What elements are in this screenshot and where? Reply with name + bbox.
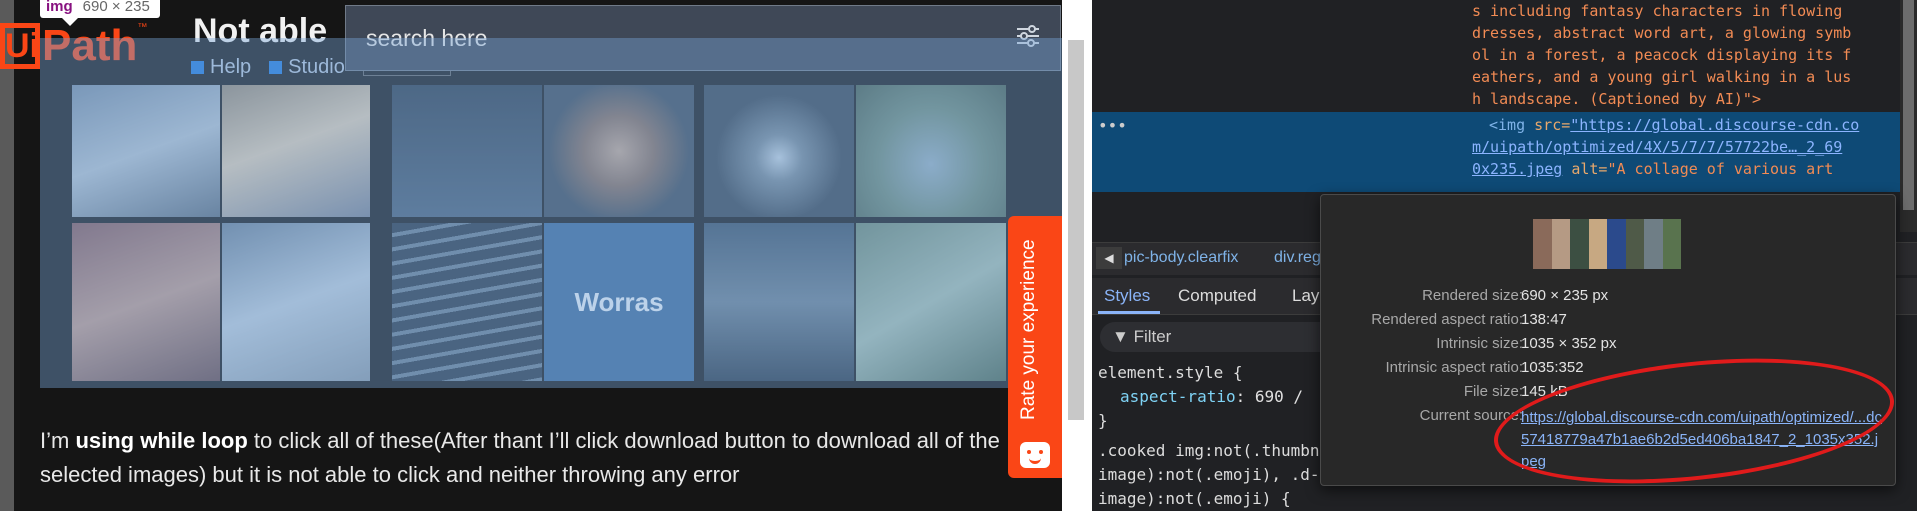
collage-image-fantasy-woman-1[interactable] <box>72 85 220 217</box>
active-tab-underline <box>1098 311 1160 314</box>
alt-text-line: h landscape. (Captioned by AI)"> <box>1472 90 1761 108</box>
css-close-brace: } <box>1098 411 1108 430</box>
info-value: 690 × 235 px <box>1521 287 1609 304</box>
src-value-3[interactable]: 0x235.jpeg <box>1472 160 1562 178</box>
element-size-tooltip: img 690 × 235 <box>40 0 160 26</box>
category-studio[interactable]: Studio <box>269 56 345 79</box>
post-text-prefix: I’m <box>40 428 76 453</box>
smiley-icon <box>1020 442 1050 468</box>
left-edge-stripe <box>0 0 14 511</box>
node-actions-dots[interactable]: ••• <box>1098 116 1127 135</box>
rate-experience-label: Rate your experience <box>1018 239 1039 420</box>
elements-scrollbar[interactable] <box>1900 0 1917 232</box>
alt-value: "A collage of various art <box>1607 160 1834 178</box>
collage-image-peacock[interactable] <box>856 85 1006 217</box>
collage-image-word-sphere[interactable] <box>544 85 694 217</box>
tooltip-arrow <box>62 18 78 26</box>
element-dimensions: 690 × 235 <box>82 0 150 15</box>
info-value: 138:47 <box>1521 311 1567 328</box>
css-rule-selector: image):not(.emoji) { <box>1098 489 1291 508</box>
page-scrollbar-thumb[interactable] <box>1068 40 1084 420</box>
search-input[interactable]: search here <box>366 25 487 52</box>
css-property: aspect-ratio <box>1120 387 1236 406</box>
collage-word: Worras <box>574 286 664 317</box>
category-label: Help <box>210 56 252 78</box>
info-key: Intrinsic aspect ratio: <box>1385 359 1523 376</box>
info-key: Intrinsic size: <box>1436 335 1523 352</box>
image-thumbnail <box>1533 219 1681 269</box>
elements-tree: s including fantasy characters in flowin… <box>1092 0 1917 112</box>
img-node-line-3[interactable]: 0x235.jpeg alt="A collage of various art <box>1472 158 1833 180</box>
logo-trademark: ™ <box>137 22 148 33</box>
filter-label: Filter <box>1133 327 1172 346</box>
css-value: : 690 / <box>1235 387 1304 406</box>
logo-wordmark: Path <box>42 21 138 70</box>
category-color-swatch <box>191 61 204 75</box>
collage-image-girl-portrait[interactable] <box>704 223 854 381</box>
alt-text-line: eathers, and a young girl walking in a l… <box>1472 68 1852 86</box>
breadcrumb-item[interactable]: div.reg <box>1274 249 1321 267</box>
css-declaration[interactable]: aspect-ratio: 690 / <box>1120 386 1303 408</box>
img-node-line-2[interactable]: m/uipath/optimized/4X/5/7/7/57722be…_2_6… <box>1472 136 1842 158</box>
post-body: I’m using while loop to click all of the… <box>40 424 1000 492</box>
alt-attr: alt= <box>1562 160 1608 178</box>
forum-page: Ui Path ™ Not able Help Studio SHCOMMON … <box>0 0 1062 511</box>
src-value-1[interactable]: "https://global.discourse-cdn.co <box>1570 116 1859 134</box>
collage-image-girl-walking[interactable] <box>856 223 1006 381</box>
page-scrollbar[interactable] <box>1062 0 1092 511</box>
img-node-line-1[interactable]: <img src="https://global.discourse-cdn.c… <box>1489 114 1859 136</box>
tab-layout[interactable]: Lay <box>1292 286 1319 306</box>
uipath-logo[interactable]: Ui Path ™ <box>0 18 172 74</box>
image-collage[interactable]: Worras <box>62 85 1037 385</box>
collage-image-fantasy-woman-2[interactable] <box>222 85 370 217</box>
elements-scrollbar-thumb[interactable] <box>1903 0 1914 210</box>
logo-ui-mark: Ui <box>0 23 40 69</box>
alt-text-line: s including fantasy characters in flowin… <box>1472 2 1843 20</box>
css-rule-selector: .cooked img:not(.thumbn <box>1098 441 1320 460</box>
category-color-swatch <box>269 61 283 75</box>
tab-styles[interactable]: Styles <box>1104 286 1150 306</box>
topic-title: Not able <box>193 12 328 50</box>
breadcrumb-scroll-left-icon[interactable]: ◀ <box>1096 247 1122 269</box>
info-value: 1035:352 <box>1521 359 1584 376</box>
info-key: Rendered aspect ratio: <box>1371 311 1523 328</box>
alt-text-line: ol in a forest, a peacock displaying its… <box>1472 46 1852 64</box>
src-value-2[interactable]: m/uipath/optimized/4X/5/7/7/57722be…_2_6… <box>1472 138 1842 156</box>
css-rule-selector: image):not(.emoji), .d- <box>1098 465 1320 484</box>
category-label: Studio <box>288 56 345 78</box>
info-value: 1035 × 352 px <box>1521 335 1617 352</box>
collage-image-worras[interactable]: Worras <box>544 223 694 381</box>
info-key: Rendered size: <box>1422 287 1523 304</box>
category-help[interactable]: Help <box>191 56 251 79</box>
collage-image-word-art[interactable] <box>392 223 542 381</box>
css-selector: element.style { <box>1098 363 1243 382</box>
search-bar[interactable]: search here <box>345 5 1061 71</box>
alt-text-line: dresses, abstract word art, a glowing sy… <box>1472 24 1852 42</box>
info-key: File size: <box>1463 383 1523 400</box>
rate-experience-tab[interactable]: Rate your experience <box>1008 216 1062 478</box>
post-text-bold: using while loop <box>75 428 248 453</box>
img-tag-open: <img <box>1489 116 1535 134</box>
element-tag-name: img <box>46 0 73 15</box>
collage-image-white-dress[interactable] <box>222 223 370 381</box>
collage-image-glowing-symbol[interactable] <box>704 85 854 217</box>
styles-filter-input[interactable]: ▼ Filter <box>1100 322 1340 352</box>
filter-icon: ▼ <box>1112 327 1134 346</box>
collage-image-rain[interactable] <box>392 85 542 217</box>
src-attr: src= <box>1534 116 1571 134</box>
tab-computed[interactable]: Computed <box>1178 286 1256 306</box>
collage-image-portrait-woman[interactable] <box>72 223 220 381</box>
breadcrumb-item[interactable]: pic-body.clearfix <box>1124 249 1238 267</box>
sliders-icon[interactable] <box>1016 23 1040 54</box>
